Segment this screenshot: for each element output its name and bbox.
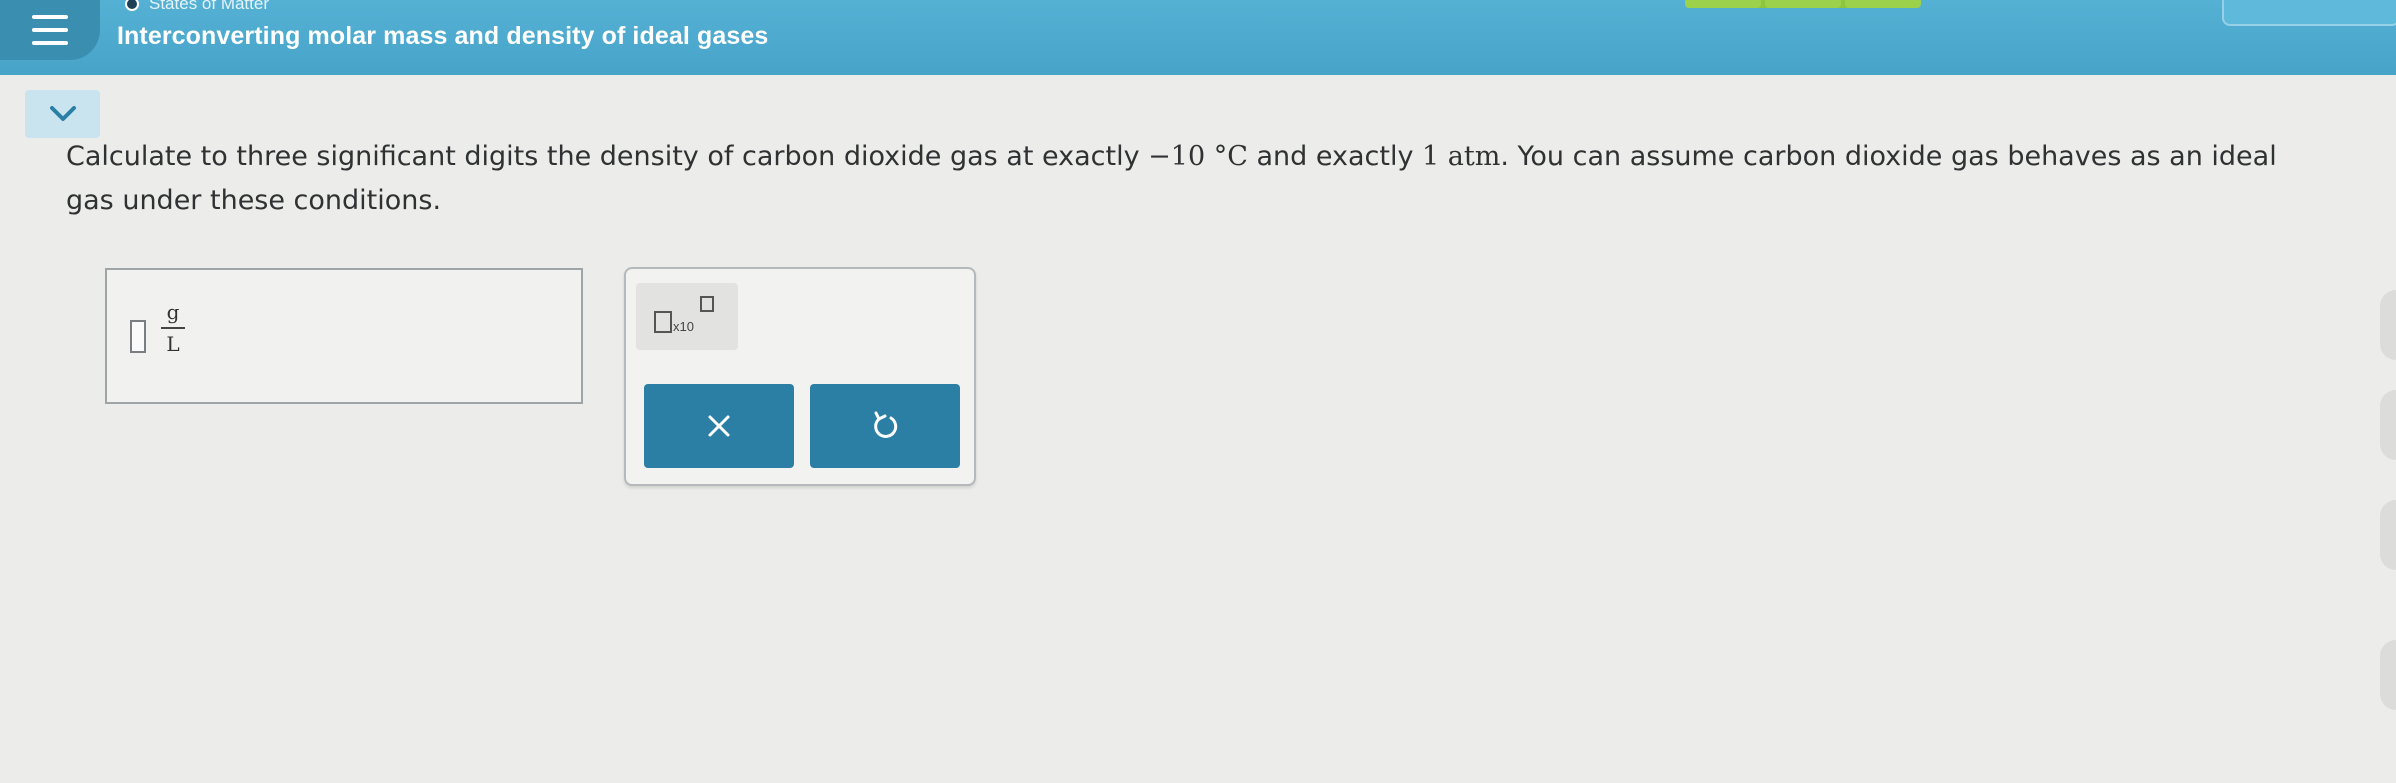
unit-denominator: L [166, 332, 180, 356]
undo-icon [874, 411, 898, 438]
breadcrumb-label: States of Matter [149, 0, 269, 13]
clear-button[interactable] [644, 384, 794, 468]
close-icon [708, 415, 730, 437]
header-button[interactable] [2222, 0, 2396, 26]
unit-fraction: g L [159, 300, 187, 356]
collapse-button[interactable] [25, 90, 100, 138]
undo-button[interactable] [810, 384, 960, 468]
side-tab[interactable] [2380, 290, 2396, 360]
x10-label: x10 [673, 319, 694, 334]
pressure-value: 1 atm [1422, 141, 1501, 172]
progress-bar [1685, 0, 1921, 8]
question-text: Calculate to three significant digits th… [66, 135, 2306, 223]
fraction-bar [161, 327, 185, 329]
side-tab[interactable] [2380, 390, 2396, 460]
base-box-icon [654, 311, 672, 333]
exponent-box-icon [700, 296, 714, 312]
question-text-middle: and exactly [1247, 141, 1423, 172]
tool-panel: x10 [624, 267, 976, 486]
temperature-value: −10 °C [1148, 141, 1248, 172]
chevron-down-icon [49, 106, 76, 121]
progress-dot-icon [125, 0, 139, 11]
answer-box: g L [105, 268, 583, 404]
hamburger-icon [32, 15, 68, 45]
side-tab[interactable] [2380, 640, 2396, 710]
scientific-notation-button[interactable]: x10 [636, 283, 738, 350]
menu-button[interactable] [0, 0, 100, 60]
breadcrumb: States of Matter [125, 0, 269, 14]
top-header: States of Matter Interconverting molar m… [0, 0, 2396, 75]
page-title: Interconverting molar mass and density o… [117, 22, 769, 50]
side-tab[interactable] [2380, 500, 2396, 570]
answer-input[interactable] [130, 320, 146, 353]
unit-numerator: g [166, 300, 180, 324]
question-text-before: Calculate to three significant digits th… [66, 141, 1149, 172]
